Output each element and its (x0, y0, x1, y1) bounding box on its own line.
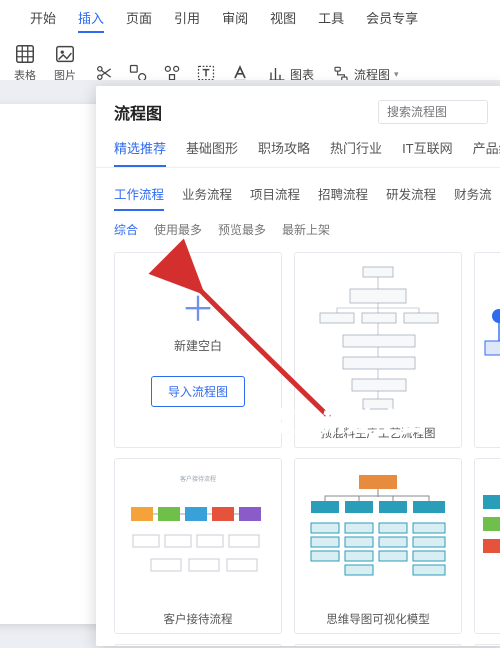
tab-recruit-flow[interactable]: 招聘流程 (318, 182, 368, 211)
menu-view[interactable]: 视图 (270, 8, 296, 33)
template-card[interactable]: 团队协 (474, 458, 500, 634)
menu-insert[interactable]: 插入 (78, 8, 104, 33)
import-flowchart-button[interactable]: 导入流程图 (151, 376, 245, 407)
template-thumb (295, 253, 461, 419)
menu-member[interactable]: 会员专享 (366, 8, 418, 33)
annotation-text: 点击新建空白 (265, 402, 427, 439)
tab-work-flow[interactable]: 工作流程 (114, 182, 164, 211)
tab-business-flow[interactable]: 业务流程 (182, 182, 232, 211)
template-thumb (295, 645, 461, 646)
tab-featured[interactable]: 精选推荐 (114, 134, 166, 167)
menu-reference[interactable]: 引用 (174, 8, 200, 33)
tab-project-flow[interactable]: 项目流程 (250, 182, 300, 211)
tab-pm[interactable]: 产品经理 (473, 134, 500, 167)
sort-most-used[interactable]: 使用最多 (154, 221, 202, 238)
template-card[interactable] (474, 644, 500, 646)
template-card[interactable] (294, 644, 462, 646)
menu-review[interactable]: 审阅 (222, 8, 248, 33)
template-thumb (475, 645, 500, 646)
sort-most-viewed[interactable]: 预览最多 (218, 221, 266, 238)
template-thumb (475, 253, 500, 419)
template-card[interactable]: 思维导图可视化模型 (294, 458, 462, 634)
template-caption: 客户接待流程 (115, 605, 281, 633)
svg-text:客户接待流程: 客户接待流程 (180, 475, 216, 483)
menu-start[interactable]: 开始 (30, 8, 56, 33)
template-grid: ＋ 新建空白 导入流程图 (96, 246, 500, 646)
menu-bar: 开始 插入 页面 引用 审阅 视图 工具 会员专享 (0, 0, 500, 37)
panel-title: 流程图 (114, 100, 162, 124)
template-caption: 团队协 (475, 605, 500, 633)
dropdown-icon: ▾ (394, 69, 399, 80)
new-blank-label: 新建空白 (174, 337, 222, 354)
tab-industry[interactable]: 热门行业 (330, 134, 382, 167)
menu-page[interactable]: 页面 (126, 8, 152, 33)
table-icon (14, 43, 36, 65)
template-thumb: 设计重大质量事件报告流程 (115, 645, 281, 646)
sort-all[interactable]: 综合 (114, 221, 138, 238)
tool-table[interactable]: 表格 (14, 43, 36, 83)
image-icon (54, 43, 76, 65)
subcategory-tabs: 工作流程 业务流程 项目流程 招聘流程 研发流程 财务流 (96, 168, 500, 211)
category-tabs: 精选推荐 基础图形 职场攻略 热门行业 IT互联网 产品经理 (96, 134, 500, 168)
flowchart-panel: 流程图 精选推荐 基础图形 职场攻略 热门行业 IT互联网 产品经理 工作流程 … (96, 86, 500, 646)
tab-rd-flow[interactable]: 研发流程 (386, 182, 436, 211)
new-blank-card[interactable]: ＋ 新建空白 导入流程图 (114, 252, 282, 448)
tab-basic-shapes[interactable]: 基础图形 (186, 134, 238, 167)
template-thumb (475, 459, 500, 605)
sort-newest[interactable]: 最新上架 (282, 221, 330, 238)
template-caption: 思维导图可视化模型 (295, 605, 461, 633)
template-card[interactable]: 客户接待流程 (114, 458, 282, 634)
template-card[interactable]: 设计重大质量事件报告流程 (114, 644, 282, 646)
template-thumb: 客户接待流程 (115, 459, 281, 605)
menu-tools[interactable]: 工具 (318, 8, 344, 33)
template-thumb (295, 459, 461, 605)
tool-image[interactable]: 图片 (54, 43, 76, 83)
tab-it[interactable]: IT互联网 (402, 134, 453, 167)
template-card[interactable]: 流程图 (474, 252, 500, 448)
tab-finance-flow[interactable]: 财务流 (454, 182, 492, 211)
plus-icon: ＋ (181, 293, 215, 327)
sort-tabs: 综合 使用最多 预览最多 最新上架 (96, 211, 500, 246)
template-caption: 流程图 (475, 419, 500, 447)
tab-workplace[interactable]: 职场攻略 (258, 134, 310, 167)
search-input[interactable] (378, 100, 488, 124)
